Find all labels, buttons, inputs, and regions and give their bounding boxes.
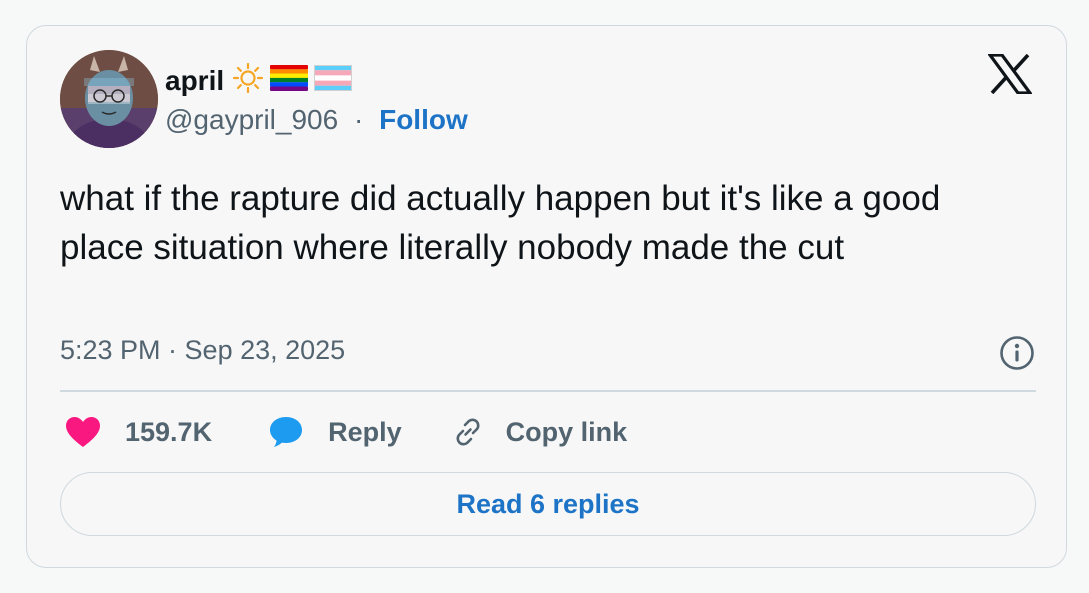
like-button[interactable]: 159.7K: [65, 416, 212, 448]
follow-link[interactable]: Follow: [379, 104, 468, 135]
divider: [60, 390, 1036, 392]
reply-button[interactable]: Reply: [268, 415, 402, 449]
sun-icon: [232, 62, 264, 99]
read-replies-label: Read 6 replies: [456, 488, 640, 519]
info-icon[interactable]: [998, 334, 1036, 377]
copy-link-button[interactable]: Copy link: [450, 414, 628, 450]
author-name-row: april: [165, 62, 353, 99]
copy-link-label: Copy link: [505, 416, 628, 447]
transgender-flag-icon: [314, 65, 353, 96]
read-replies-button[interactable]: Read 6 replies: [60, 472, 1036, 536]
author-display-name[interactable]: april: [165, 65, 224, 97]
tweet-timestamp[interactable]: 5:23 PM · Sep 23, 2025: [60, 335, 345, 366]
author-handle-row: @gaypril_906 · Follow: [165, 104, 468, 136]
tweet-text: what if the rapture did actually happen …: [60, 179, 941, 267]
like-count: 159.7K: [125, 416, 213, 447]
avatar[interactable]: [60, 50, 158, 148]
reply-label: Reply: [328, 416, 402, 447]
x-logo-icon[interactable]: [986, 53, 1034, 99]
author-handle[interactable]: @gaypril_906: [165, 104, 338, 135]
link-icon: [450, 414, 486, 450]
rainbow-flag-icon: [270, 65, 309, 96]
tweet-card: april @gaypril_906 · Follow what if the …: [26, 25, 1067, 568]
handle-separator: ·: [353, 104, 364, 135]
heart-icon: [65, 416, 101, 448]
action-bar: 159.7K Reply Copy link: [65, 414, 627, 450]
reply-bubble-icon: [268, 415, 304, 449]
